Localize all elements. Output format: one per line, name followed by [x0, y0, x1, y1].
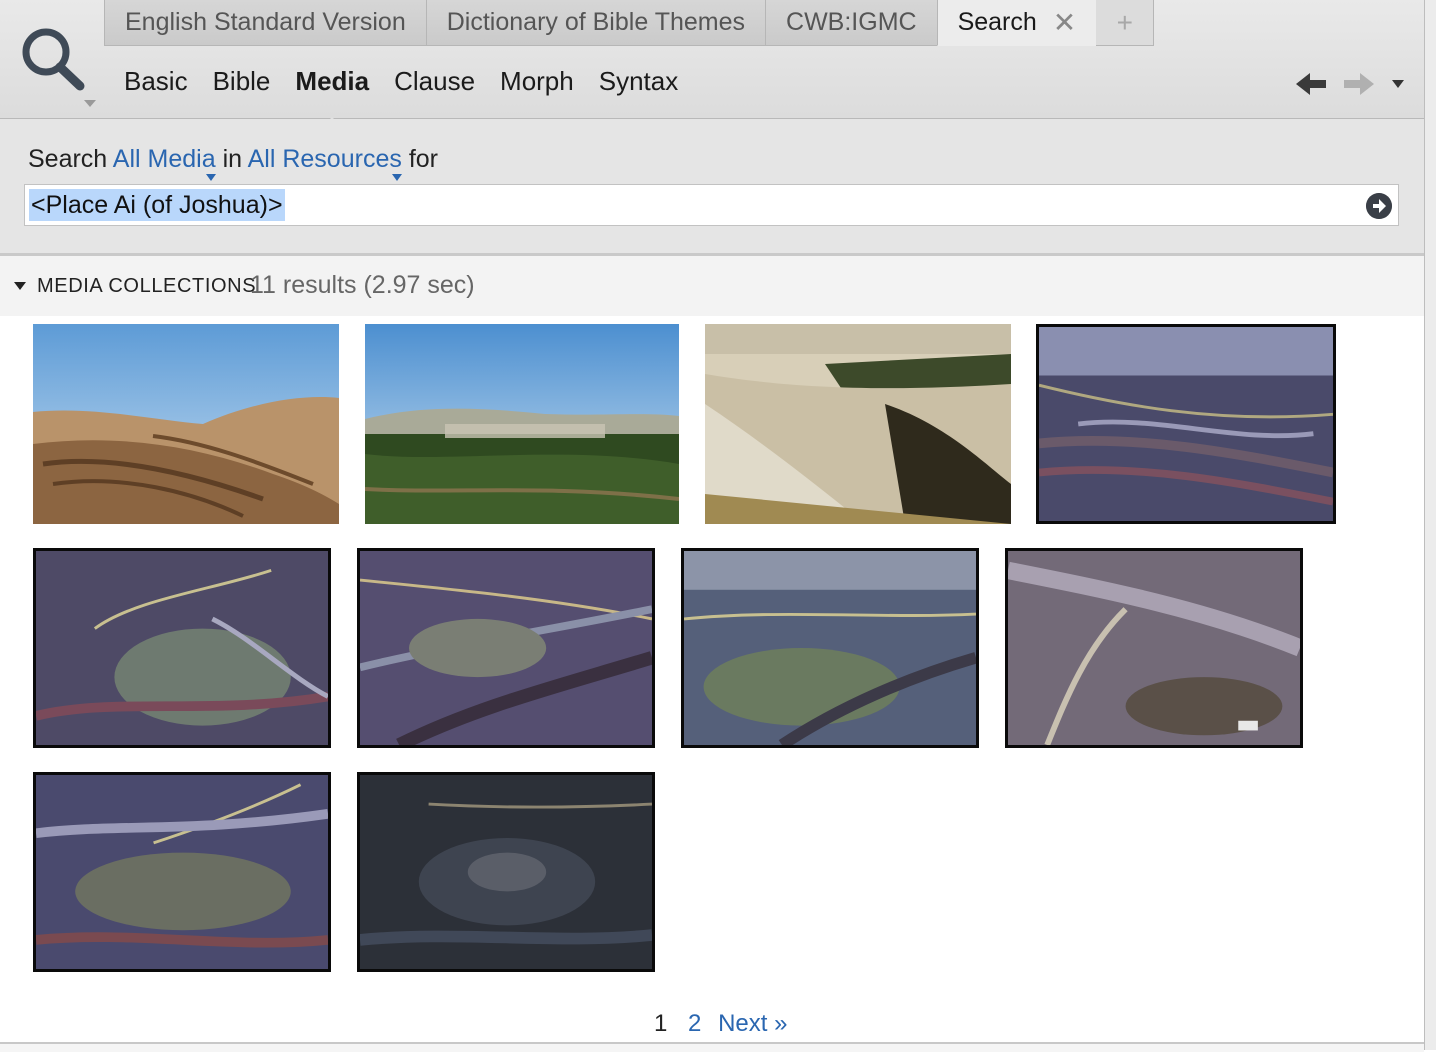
mode-bible[interactable]: Bible [213, 66, 271, 97]
search-prefix: Search [28, 145, 108, 173]
chevron-down-icon[interactable] [84, 100, 96, 107]
history-nav [1294, 70, 1404, 98]
media-thumbnail[interactable] [33, 324, 339, 524]
header-bar: English Standard Version Dictionary of B… [0, 0, 1424, 119]
media-thumbnail[interactable] [357, 548, 655, 748]
mode-media[interactable]: Media [295, 66, 369, 97]
back-arrow-icon[interactable] [1294, 70, 1330, 98]
search-scope-line: Search All Media in All Resources for [28, 145, 438, 181]
tab-search[interactable]: Search ✕ [936, 0, 1098, 46]
tab-label: English Standard Version [125, 8, 406, 36]
for-text: for [408, 145, 438, 173]
search-icon[interactable] [16, 22, 88, 112]
media-scope-link[interactable]: All Media [112, 145, 216, 181]
in-text: in [222, 145, 243, 173]
page-link-2[interactable]: 2 [688, 1010, 701, 1037]
search-mode-bar: Basic Bible Media Clause Morph Syntax [124, 66, 703, 97]
go-arrow-icon[interactable] [1366, 193, 1392, 219]
resource-scope-label: All Resources [247, 145, 402, 173]
media-thumbnail[interactable] [365, 324, 679, 524]
tab-label: Search [957, 8, 1037, 36]
tab-english-standard-version[interactable]: English Standard Version [104, 0, 427, 46]
history-dropdown-icon[interactable] [1392, 80, 1404, 88]
chevron-down-icon [205, 174, 216, 181]
mode-syntax[interactable]: Syntax [599, 66, 679, 97]
forward-arrow-icon[interactable] [1340, 70, 1376, 98]
result-count: 11 results (2.97 sec) [250, 271, 475, 299]
add-tab-button[interactable]: + [1096, 0, 1155, 46]
media-scope-label: All Media [112, 145, 216, 173]
chevron-down-icon [391, 174, 402, 181]
resource-scope-link[interactable]: All Resources [247, 145, 402, 181]
page-current: 1 [654, 1010, 668, 1037]
search-query-text[interactable]: <Place Ai (of Joshua)> [29, 189, 285, 221]
collection-title[interactable]: MEDIA COLLECTIONS [37, 275, 256, 298]
media-thumbnail[interactable] [705, 324, 1011, 524]
tab-strip: English Standard Version Dictionary of B… [104, 0, 1155, 46]
search-input[interactable]: <Place Ai (of Joshua)> [24, 184, 1399, 226]
tab-dictionary-of-bible-themes[interactable]: Dictionary of Bible Themes [425, 0, 767, 46]
tab-cwb-igmc[interactable]: CWB:IGMC [765, 0, 938, 46]
media-thumbnail[interactable] [357, 772, 655, 972]
search-panel: Search All Media in All Resources for <P… [0, 119, 1424, 256]
results-header: MEDIA COLLECTIONS 11 results (2.97 sec) [0, 256, 1424, 316]
media-thumbnail[interactable] [1005, 548, 1303, 748]
panel-bottom-edge [0, 1042, 1424, 1052]
next-page-link[interactable]: Next » [718, 1010, 787, 1037]
mode-morph[interactable]: Morph [500, 66, 574, 97]
collapse-triangle-icon[interactable] [14, 282, 26, 290]
tab-label: CWB:IGMC [786, 8, 917, 36]
media-thumbnail[interactable] [1036, 324, 1336, 524]
tab-label: Dictionary of Bible Themes [446, 8, 746, 36]
close-icon[interactable]: ✕ [1053, 8, 1076, 37]
media-thumbnail[interactable] [33, 548, 331, 748]
media-thumbnail[interactable] [33, 772, 331, 972]
pagination: 1 2 Next » [654, 1010, 797, 1038]
media-thumbnail[interactable] [681, 548, 979, 748]
mode-clause[interactable]: Clause [394, 66, 475, 97]
window-edge [1424, 0, 1436, 1050]
mode-basic[interactable]: Basic [124, 66, 188, 97]
